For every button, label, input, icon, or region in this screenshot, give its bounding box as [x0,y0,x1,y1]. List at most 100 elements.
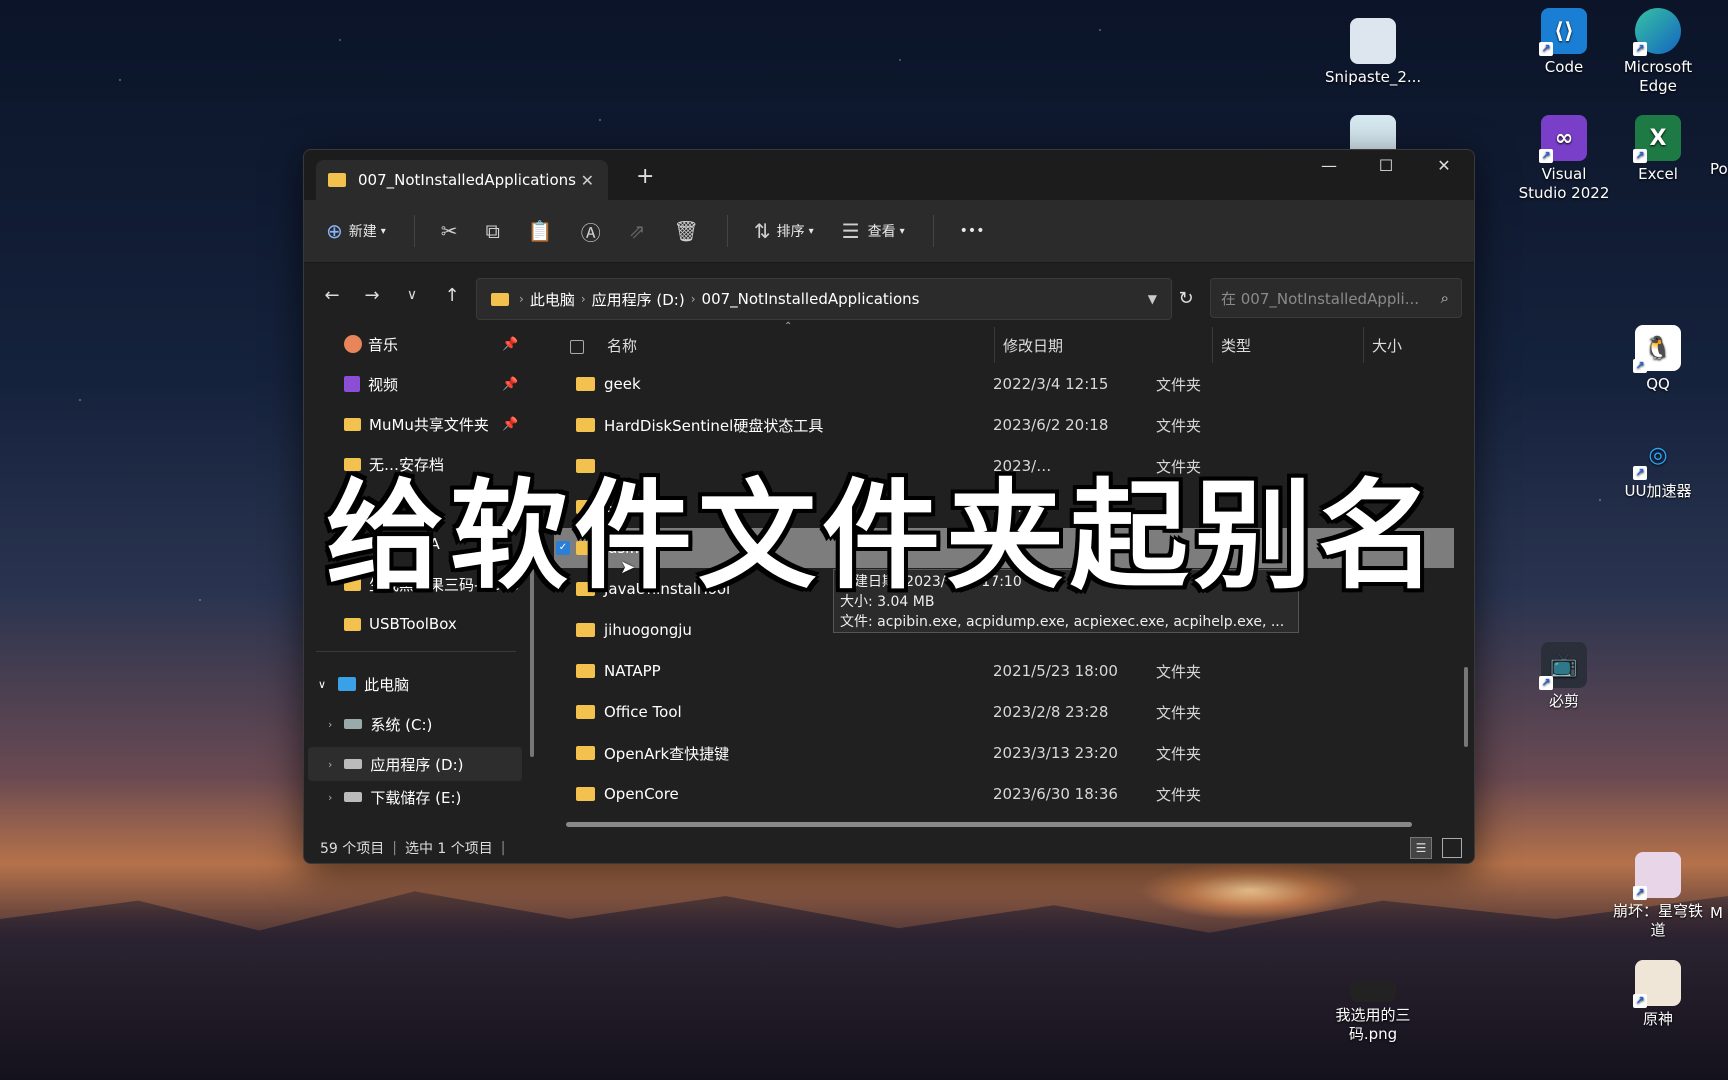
chevron-down-icon: ▾ [808,225,814,237]
file-row[interactable]: geek 2022/3/4 12:15 文件夹 [554,364,1454,404]
refresh-button[interactable]: ↻ [1166,278,1206,318]
chevron-right-icon[interactable]: › [328,758,332,771]
file-row[interactable]: Office Tool 2023/2/8 23:28 文件夹 [554,692,1454,732]
pin-icon[interactable]: 📌 [502,417,518,432]
rename-button[interactable]: Ⓐ [581,217,601,246]
breadcrumb-this-pc[interactable]: 此电脑 [530,289,575,310]
desktop-icon-label: Excel [1638,165,1678,183]
copy-button[interactable]: ⧉ [486,219,500,243]
file-date: 2023/6/30 18:36 [993,785,1118,803]
new-tab-button[interactable]: + [636,164,654,189]
sidebar-item-label: USBToolBox [369,615,457,633]
share-button[interactable]: ⇗ [629,219,646,243]
paste-button[interactable]: 📋 [528,219,553,243]
folder-icon [576,623,595,637]
sidebar-item-music[interactable]: 音乐 [344,327,398,361]
selected-count: 选中 1 个项目 [404,841,493,857]
close-window-button[interactable]: ✕ [1424,156,1464,175]
column-header-type[interactable]: 类型 [1212,327,1251,363]
breadcrumb-current-folder[interactable]: 007_NotInstalledApplications [702,290,920,308]
sidebar-item-drive-c[interactable]: › 系统 (C:) [328,707,432,741]
pin-icon[interactable]: 📌 [502,337,518,352]
sidebar-item-label: MuMu共享文件夹 [369,415,489,434]
file-name: NATAPP [604,662,661,680]
file-type: 文件夹 [1156,744,1202,763]
tooltip-files: 文件: acpibin.exe, acpidump.exe, acpiexec.… [840,614,1285,630]
desktop-icon-png[interactable]: 我选用的三码.png [1325,980,1421,1044]
sidebar-item-usbtoolbox[interactable]: USBToolBox [344,607,457,641]
horizontal-scrollbar[interactable] [566,822,1412,827]
desktop-icon-qq[interactable]: 🐧 ↗ QQ [1610,325,1706,394]
list-view-icon: ☰ [841,219,860,243]
folder-icon [576,705,595,719]
recent-locations-button[interactable]: ∨ [392,287,432,303]
desktop-icon-label: UU加速器 [1624,482,1692,500]
sidebar-item-label: 音乐 [368,335,399,354]
desktop-icon-bijian[interactable]: 📺 ↗ 必剪 [1516,642,1612,711]
column-header-size[interactable]: 大小 [1363,327,1402,363]
tab-current-folder[interactable]: 007_NotInstalledApplications ✕ [316,160,608,200]
share-icon: ⇗ [628,219,646,243]
toolbar-divider [726,215,728,247]
drive-icon [344,759,363,769]
maximize-button[interactable]: ☐ [1366,156,1406,175]
breadcrumb-drive-d[interactable]: 应用程序 (D:) [592,289,685,310]
file-date: 2022/3/4 12:15 [993,375,1109,393]
desktop-icon-edge[interactable]: ↗ Microsoft Edge [1610,8,1706,96]
back-button[interactable]: ← [312,285,352,306]
sort-button[interactable]: ⇅ 排序 ▾ [754,219,814,243]
desktop-icon-yuanshen[interactable]: ↗ 原神 [1610,960,1706,1029]
forward-button[interactable]: → [352,285,392,306]
file-row[interactable]: HardDiskSentinel硬盘状态工具 2023/6/2 20:18 文件夹 [554,405,1454,445]
file-row[interactable]: NATAPP 2021/5/23 18:00 文件夹 [554,651,1454,691]
select-all-checkbox[interactable] [570,340,584,354]
tiles-view-icon[interactable] [1442,838,1462,858]
sidebar-divider [316,651,516,652]
desktop-icon-excel[interactable]: X ↗ Excel [1610,115,1706,184]
minimize-button[interactable]: — [1309,156,1349,175]
sidebar-item-drive-e[interactable]: › 下载储存 (E:) [328,787,461,807]
desktop-icon-starrail[interactable]: ↗ 崩坏：星穹铁道 [1610,852,1706,940]
desktop-icon-snipaste[interactable]: Snipaste_2... [1325,18,1421,87]
sort-label: 排序 [776,224,805,240]
chevron-right-icon[interactable]: › [328,718,332,731]
file-date: 2023/3/13 23:20 [993,744,1118,762]
desktop-icon-code[interactable]: ⟨⟩ ↗ Code [1516,8,1612,77]
file-row[interactable]: OpenArk查快捷键 2023/3/13 23:20 文件夹 [554,733,1454,773]
desktop-icon-vs2022[interactable]: ∞ ↗ Visual Studio 2022 [1516,115,1612,203]
desktop-icon-label: 原神 [1642,1010,1673,1028]
up-button[interactable]: ↑ [432,285,472,306]
address-dropdown-icon[interactable]: ▼ [1148,292,1157,306]
sidebar-item-mumu[interactable]: MuMu共享文件夹 [344,407,489,441]
monitor-icon [338,677,357,691]
address-bar[interactable]: › 此电脑 › 应用程序 (D:) › 007_NotInstalledAppl… [476,278,1172,320]
chevron-right-icon[interactable]: › [328,791,332,804]
sidebar-item-this-pc[interactable]: ∨ 此电脑 [318,667,409,701]
more-options-button[interactable]: ••• [960,223,985,239]
view-button[interactable]: ☰ 查看 ▾ [842,219,905,243]
file-row[interactable]: OpenCore 2023/6/30 18:36 文件夹 [554,774,1454,814]
column-header-name[interactable]: 名称 [607,327,637,363]
sidebar-item-drive-d[interactable]: › 应用程序 (D:) [308,747,522,781]
column-header-date[interactable]: 修改日期 [994,327,1063,363]
paste-icon: 📋 [527,219,553,243]
chevron-down-icon[interactable]: ∨ [318,678,326,691]
details-view-icon[interactable]: ☰ [1410,837,1432,859]
desktop-icon-label: 我选用的三码.png [1335,1006,1411,1043]
chevron-right-icon: › [690,292,696,306]
desktop-icon-uu[interactable]: ◎ ↗ UU加速器 [1610,432,1706,501]
close-tab-icon[interactable]: ✕ [581,171,594,190]
visual-studio-icon: ∞ ↗ [1539,115,1587,163]
file-type: 文件夹 [1156,375,1202,394]
cut-button[interactable]: ✂ [441,219,458,243]
delete-button[interactable]: 🗑 [674,219,699,243]
vertical-scrollbar[interactable] [1464,667,1468,747]
image-file-icon [1350,980,1396,1002]
pin-icon[interactable]: 📌 [502,377,518,392]
star-rail-icon: ↗ [1633,852,1681,900]
new-button[interactable]: ⊕ 新建 ▾ [326,219,386,243]
sidebar-item-label: 此电脑 [364,675,410,694]
sidebar-item-label: 下载储存 (E:) [370,788,462,807]
sidebar-item-videos[interactable]: 视频 [344,367,398,401]
search-input[interactable]: 在 007_NotInstalledAppli... ⌕ [1210,278,1462,318]
